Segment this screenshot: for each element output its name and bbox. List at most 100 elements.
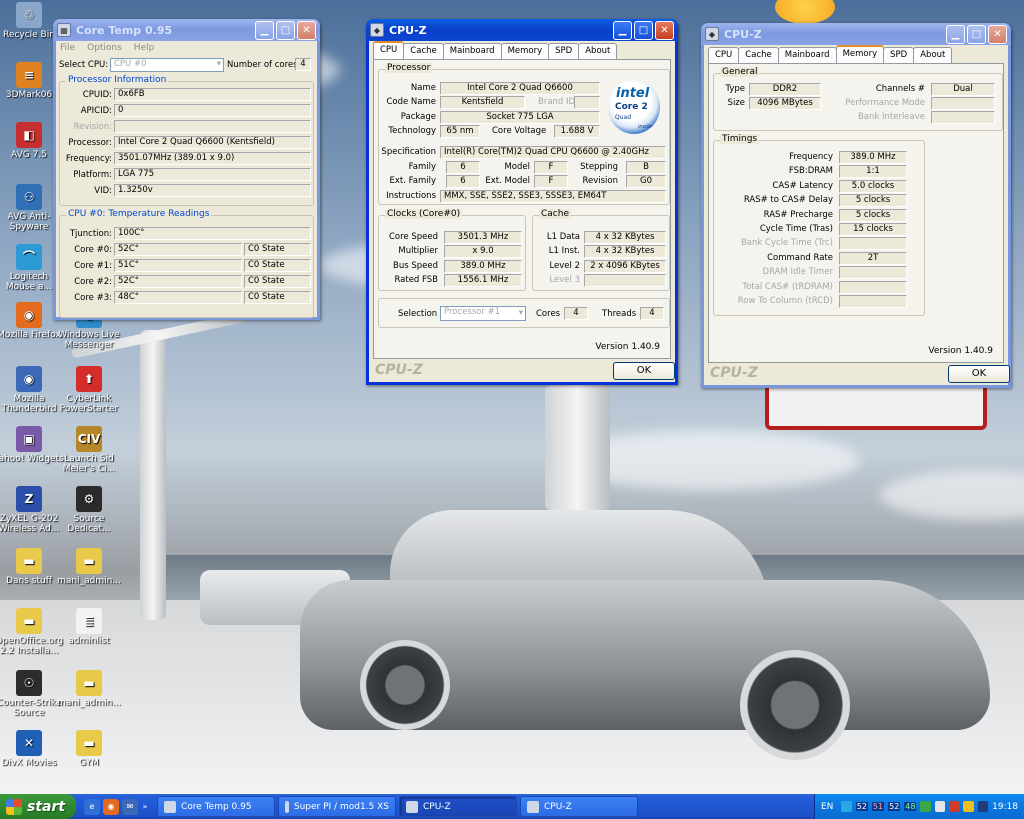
cpuz-titlebar[interactable]: ◆ CPU-Z ▁ □ ✕ [701,23,1011,45]
tray-avg-icon[interactable] [949,801,960,812]
timing-fsbdram-value: 1:1 [839,165,907,179]
timing-frequency-value: 389.0 MHz [839,151,907,164]
tab-memory[interactable]: Memory [500,43,550,59]
timing-tras-value: 15 clocks [839,223,907,236]
tray-temp-core2[interactable]: 52 [888,802,901,811]
task-cpuz-1[interactable]: CPU-Z [399,796,517,817]
timing-idle-value [839,266,907,280]
window-title: CPU-Z [724,27,762,41]
name-label: Name [410,83,436,93]
level2-value: 2 x 4096 KBytes [584,260,666,273]
desktop-icon-label: Source Dedicat... [67,514,111,534]
tab-mainboard[interactable]: Mainboard [442,43,502,59]
tab-memory[interactable]: Memory [835,45,885,63]
stepping-value: B [626,161,666,174]
tray-messenger-icon[interactable] [977,801,989,812]
minimize-button[interactable]: ▁ [255,20,274,40]
menu-help[interactable]: Help [134,43,155,53]
level3-label: Level 3 [549,275,580,285]
tray-help-icon[interactable] [841,801,852,812]
level3-value [584,274,666,287]
maximize-button[interactable]: □ [967,24,986,44]
tab-cache[interactable]: Cache [738,47,779,63]
desktop-icon-glyph: ☉ [16,670,42,696]
select-cpu-dropdown[interactable]: CPU #0 ▾ [110,58,224,72]
desktop-icon[interactable]: ▬ mani_admin... [54,670,124,708]
timing-rp-value: 5 clocks [839,208,907,222]
desktop-icon[interactable]: ▬ GYM [54,730,124,768]
multiplier-value: x 9.0 [444,245,522,258]
desktop-icon-label: mani_admin... [57,576,121,586]
maximize-button[interactable]: □ [634,20,653,40]
minimize-button[interactable]: ▁ [613,20,632,40]
cores-value: 4 [564,307,588,320]
close-button[interactable]: ✕ [655,20,674,40]
thunderbird-icon[interactable]: ✉ [122,798,138,815]
tray-zyxel-icon[interactable] [920,801,931,812]
tray-temp-core1[interactable]: 51 [871,802,885,811]
tab-about[interactable]: About [913,47,953,63]
tab-spd[interactable]: SPD [548,43,580,59]
core-temp-value: 48C° [114,291,242,304]
maximize-button[interactable]: □ [276,20,295,40]
l1data-label: L1 Data [546,232,580,242]
close-button[interactable]: ✕ [297,20,316,40]
selection-dropdown[interactable]: Processor #1 ▾ [440,306,526,321]
coretemp-titlebar[interactable]: ▦ Core Temp 0.95 ▁ □ ✕ [53,19,320,41]
language-indicator[interactable]: EN [821,802,833,812]
level2-label: Level 2 [549,261,580,271]
task-coretemp[interactable]: Core Temp 0.95 [157,796,275,817]
timing-rp-label: RAS# Precharge [763,209,833,220]
tray-temp-core3[interactable]: 48 [904,802,917,811]
tray-temp-core0[interactable]: 52 [855,802,868,811]
close-button[interactable]: ✕ [988,24,1007,44]
group-label: General [720,67,760,77]
start-button[interactable]: start [0,794,76,819]
cpuz-cpu-window[interactable]: ◆ CPU-Z ▁ □ ✕ CPU Cache Mainboard Memory… [366,19,678,385]
tab-cpu[interactable]: CPU [373,41,405,59]
menu-options[interactable]: Options [87,43,122,53]
overflow-chevron-icon[interactable]: » [141,799,149,815]
tray-network-icon[interactable] [934,801,946,812]
menu-file[interactable]: File [60,43,75,53]
task-superpi[interactable]: Super PI / mod1.5 XS [278,796,396,817]
desktop-icon-glyph: ♲ [16,2,42,28]
tab-spd[interactable]: SPD [883,47,915,63]
multiplier-label: Multiplier [398,246,438,256]
ie-icon[interactable]: e [84,798,100,815]
quick-launch: e ◉ ✉ » [76,798,157,815]
desktop-icon[interactable]: CIV Launch Sid Meier's Ci... [54,426,124,474]
desktop-icon-glyph: CIV [76,426,102,452]
threads-value: 4 [640,307,664,320]
stepping-label: Stepping [580,162,618,172]
chevron-down-icon: ▾ [216,59,221,69]
tray-volume-icon[interactable] [963,801,974,812]
firefox-icon[interactable]: ◉ [103,798,119,815]
tab-cache[interactable]: Cache [403,43,444,59]
coretemp-icon [164,800,176,813]
tab-cpu[interactable]: CPU [708,47,740,63]
desktop-icon[interactable]: ⬆ CyberLink PowerStarter [54,366,124,414]
task-cpuz-2[interactable]: CPU-Z [520,796,638,817]
cpuz-titlebar[interactable]: ◆ CPU-Z ▁ □ ✕ [366,19,678,41]
desktop-icon[interactable]: ≣ adminlist [54,608,124,646]
cpuz-memory-window[interactable]: ◆ CPU-Z ▁ □ ✕ CPU Cache Mainboard Memory… [701,23,1011,388]
timing-command-rate-label: Command Rate [767,252,833,263]
tab-about[interactable]: About [578,43,618,59]
minimize-button[interactable]: ▁ [946,24,965,44]
ok-button[interactable]: OK [948,365,1010,383]
ok-button[interactable]: OK [613,362,675,380]
apicid-value: 0 [114,104,311,117]
desktop-icon-glyph: ▬ [76,548,102,574]
clock[interactable]: 19:18 [992,802,1018,812]
desktop-icon[interactable]: ▬ mani_admin... [54,548,124,586]
windows-flag-icon [6,798,22,815]
vid-label: VID: [94,186,112,196]
desktop-icon[interactable]: ⚙ Source Dedicat... [54,486,124,534]
task-label: Core Temp 0.95 [181,801,252,812]
tab-mainboard[interactable]: Mainboard [777,47,837,63]
desktop-icon-glyph: ✕ [16,730,42,756]
busspeed-value: 389.0 MHz [444,260,522,273]
core-temp-value: 51C° [114,259,242,272]
coretemp-window[interactable]: ▦ Core Temp 0.95 ▁ □ ✕ File Options Help… [53,19,320,320]
